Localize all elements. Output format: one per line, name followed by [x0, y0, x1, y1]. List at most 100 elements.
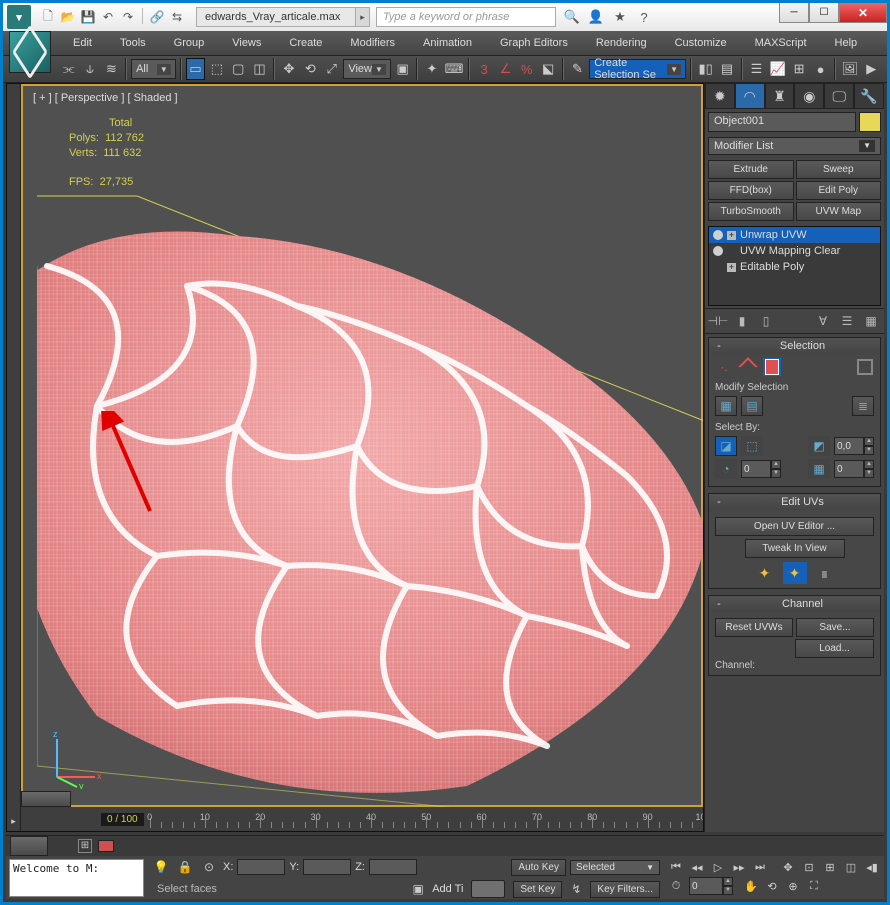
- prev-frame-icon[interactable]: ◂◂: [687, 858, 707, 876]
- nav-orbit-icon[interactable]: ✋: [741, 877, 761, 895]
- show-end-icon[interactable]: ▮: [732, 312, 752, 330]
- subobj-element-icon[interactable]: [856, 358, 874, 376]
- rollout-channel-header[interactable]: -Channel: [709, 596, 880, 612]
- spinner-snap-icon[interactable]: ⬕: [538, 58, 557, 80]
- undo-icon[interactable]: ↶: [99, 8, 117, 26]
- x-input[interactable]: [237, 859, 285, 875]
- subobj-face-icon[interactable]: [763, 358, 781, 376]
- trackbar-key[interactable]: [98, 840, 114, 852]
- align-icon[interactable]: ▤: [717, 58, 736, 80]
- btn-sweep[interactable]: Sweep: [796, 160, 882, 179]
- named-selection-combo[interactable]: Create Selection Se▼: [589, 59, 686, 79]
- bind-icon[interactable]: ≋: [102, 58, 121, 80]
- key-slider-icon[interactable]: [471, 880, 505, 898]
- rollout-selection-header[interactable]: -Selection: [709, 338, 880, 354]
- nav-maxmin-icon[interactable]: ⛶: [804, 877, 824, 895]
- tweak-in-view-button[interactable]: Tweak In View: [745, 539, 845, 558]
- close-button[interactable]: ✕: [839, 3, 887, 23]
- tab-utilities-icon[interactable]: 🔧: [854, 83, 884, 109]
- trackbar-thumb[interactable]: [10, 836, 48, 856]
- grow-icon[interactable]: ▦: [715, 396, 737, 416]
- stack-unwrap-uvw[interactable]: + Unwrap UVW: [709, 227, 880, 243]
- select-region-icon[interactable]: ▢: [229, 58, 248, 80]
- selection-filter-combo[interactable]: All▼: [131, 59, 176, 79]
- save-icon[interactable]: 💾: [79, 8, 97, 26]
- select-object-icon[interactable]: ▭: [186, 58, 205, 80]
- z-input[interactable]: [369, 859, 417, 875]
- bulb-icon[interactable]: [713, 246, 723, 256]
- sg-spinner[interactable]: ▲▼: [834, 460, 874, 478]
- object-name-input[interactable]: Object001: [708, 112, 856, 132]
- refcoord-combo[interactable]: View▼: [343, 59, 391, 79]
- menu-edit[interactable]: Edit: [59, 33, 106, 53]
- trackbar[interactable]: ⊞: [6, 836, 884, 856]
- goto-end-icon[interactable]: ⏭: [750, 858, 770, 876]
- keymode-icon[interactable]: ↯: [566, 880, 586, 898]
- bulb-icon[interactable]: [713, 230, 723, 240]
- render-setup-icon[interactable]: 🖼: [840, 58, 859, 80]
- keymode-combo[interactable]: Selected▼: [570, 860, 660, 875]
- percent-snap-icon[interactable]: %: [517, 58, 536, 80]
- lock-icon[interactable]: 💡: [151, 858, 171, 876]
- setkey-button[interactable]: Set Key: [513, 881, 562, 898]
- namedset-edit-icon[interactable]: ✎: [568, 58, 587, 80]
- reset-uvws-button[interactable]: Reset UVWs: [715, 618, 793, 637]
- search-binoculars-icon[interactable]: 🔍: [562, 7, 582, 27]
- subobj-edge-icon[interactable]: [739, 358, 757, 376]
- matid-spinner[interactable]: ▲▼: [741, 460, 781, 478]
- expand-icon[interactable]: +: [727, 263, 736, 272]
- btn-turbosmooth[interactable]: TurboSmooth: [708, 202, 794, 221]
- save-uvws-button[interactable]: Save...: [796, 618, 874, 637]
- menu-grapheditors[interactable]: Graph Editors: [486, 33, 582, 53]
- menu-help[interactable]: Help: [821, 33, 872, 53]
- menu-tools[interactable]: Tools: [106, 33, 160, 53]
- menu-create[interactable]: Create: [275, 33, 336, 53]
- configure-sets-icon[interactable]: ▦: [861, 312, 881, 330]
- timeconfig-icon[interactable]: ⏱: [666, 877, 686, 895]
- lock-selection-icon[interactable]: 🔒: [175, 858, 195, 876]
- pin-stack-icon[interactable]: ⊣⊢: [708, 312, 728, 330]
- btn-uvwmap[interactable]: UVW Map: [796, 202, 882, 221]
- maximize-button[interactable]: ☐: [809, 3, 839, 23]
- stack-uvw-clear[interactable]: UVW Mapping Clear: [709, 243, 880, 259]
- link-icon[interactable]: 🔗: [148, 8, 166, 26]
- scale-icon[interactable]: ⤢: [322, 58, 341, 80]
- render-icon[interactable]: ▶: [862, 58, 881, 80]
- next-frame-icon[interactable]: ▸▸: [729, 858, 749, 876]
- time-ruler[interactable]: 0102030405060708090100: [150, 810, 703, 828]
- addtime-label[interactable]: Add Ti: [432, 883, 463, 895]
- nav-arc-icon[interactable]: ⊕: [783, 877, 803, 895]
- favorites-icon[interactable]: ★: [610, 7, 630, 27]
- select-name-icon[interactable]: ⬚: [207, 58, 226, 80]
- window-crossing-icon[interactable]: ◫: [250, 58, 269, 80]
- remove-mod-icon[interactable]: ∀: [813, 312, 833, 330]
- manipulate-icon[interactable]: ✦: [422, 58, 441, 80]
- select-link-icon[interactable]: ⫘: [59, 58, 78, 80]
- autokey-button[interactable]: Auto Key: [511, 859, 566, 876]
- menu-group[interactable]: Group: [160, 33, 219, 53]
- minimize-button[interactable]: ─: [779, 3, 809, 23]
- menu-views[interactable]: Views: [218, 33, 275, 53]
- menu-customize[interactable]: Customize: [661, 33, 741, 53]
- btn-extrude[interactable]: Extrude: [708, 160, 794, 179]
- help-search-input[interactable]: Type a keyword or phrase: [376, 7, 556, 27]
- tab-display-icon[interactable]: 🖵: [824, 83, 854, 109]
- move-icon[interactable]: ✥: [279, 58, 298, 80]
- object-color-swatch[interactable]: [859, 112, 881, 132]
- expand-icon[interactable]: +: [727, 231, 736, 240]
- snap-toggle-icon[interactable]: 3: [474, 58, 493, 80]
- help-icon[interactable]: ?: [634, 7, 654, 27]
- unlink-icon[interactable]: ⫝: [80, 58, 99, 80]
- btn-ffdbox[interactable]: FFD(box): [708, 181, 794, 200]
- menu-rendering[interactable]: Rendering: [582, 33, 661, 53]
- y-input[interactable]: [303, 859, 351, 875]
- app-logo-icon[interactable]: [9, 31, 51, 73]
- menu-maxscript[interactable]: MAXScript: [741, 33, 821, 53]
- trackbar-toggle-icon[interactable]: ⊞: [78, 839, 92, 853]
- layers-icon[interactable]: ☰: [747, 58, 766, 80]
- nav-walk-icon[interactable]: ⟲: [762, 877, 782, 895]
- quickplanar-icon[interactable]: ✦: [753, 562, 777, 584]
- selectby-1-icon[interactable]: ◪: [715, 436, 737, 456]
- frame-spinner[interactable]: ▲▼: [689, 877, 733, 895]
- keyfilters-button[interactable]: Key Filters...: [590, 881, 660, 898]
